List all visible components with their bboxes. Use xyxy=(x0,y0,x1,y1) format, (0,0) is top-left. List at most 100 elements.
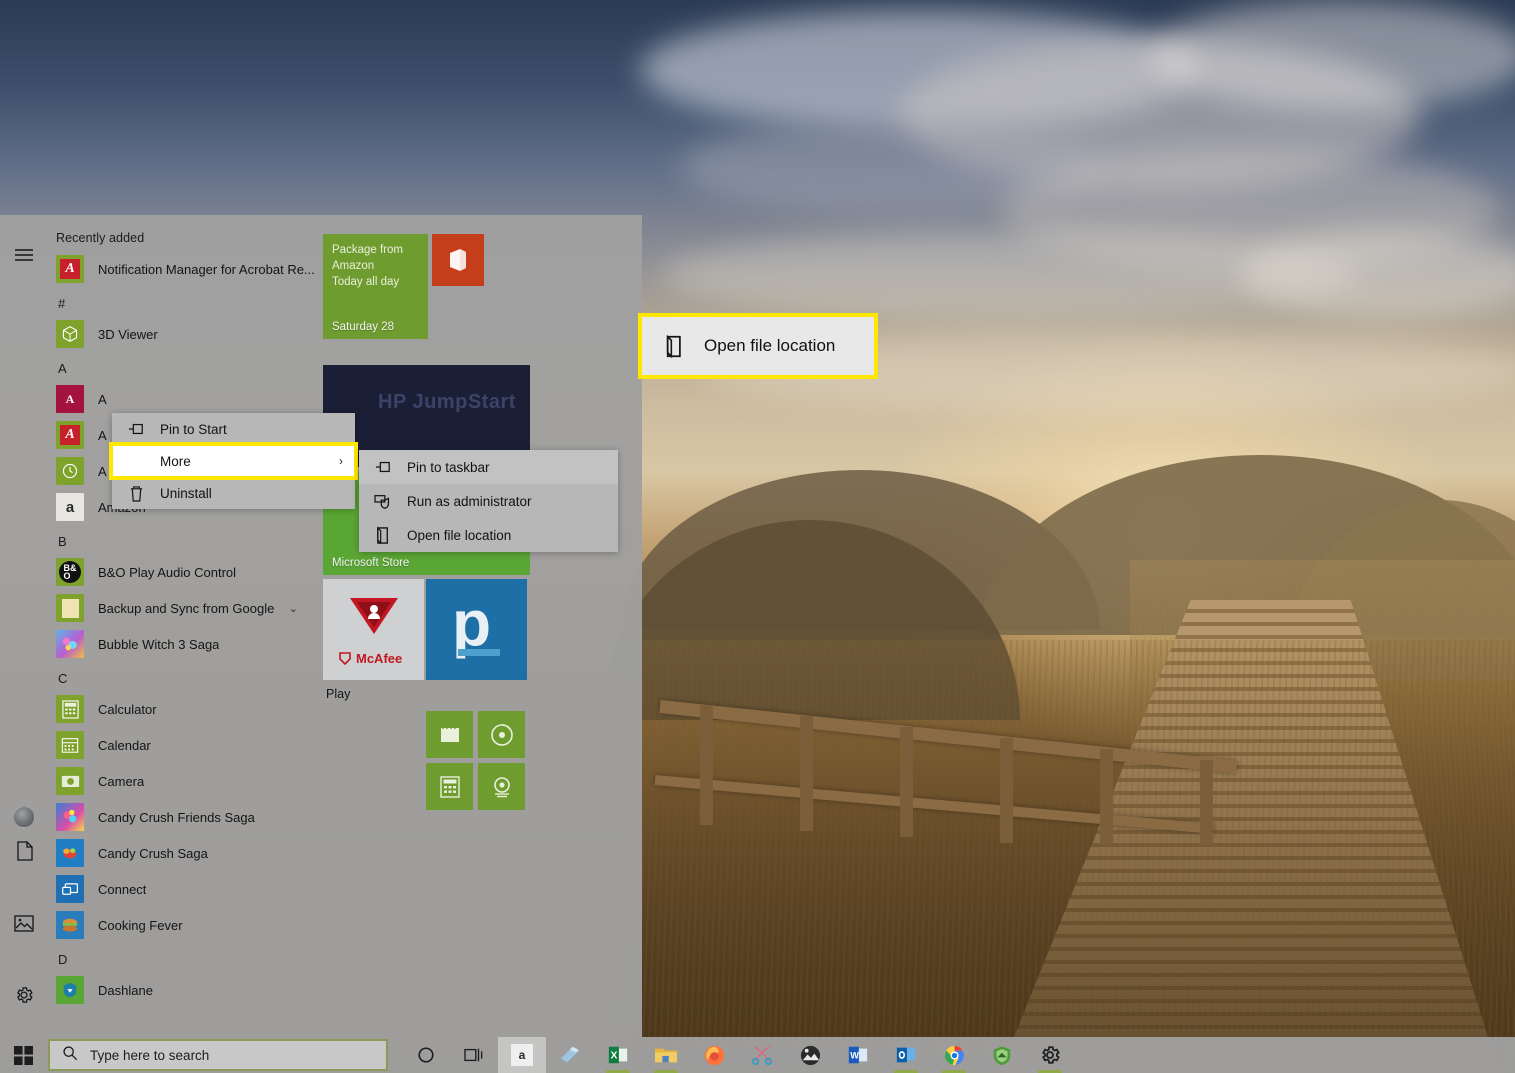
tile-area: Package from Amazon Today all day Saturd… xyxy=(316,215,642,1037)
taskbar-item-hp-support[interactable] xyxy=(546,1037,594,1073)
firefox-icon xyxy=(701,1042,727,1068)
disc-icon xyxy=(490,723,513,746)
search-icon xyxy=(62,1045,78,1066)
chevron-right-icon: › xyxy=(339,454,343,468)
taskbar-item-snip-sketch[interactable] xyxy=(738,1037,786,1073)
tile-line: Package from xyxy=(332,244,403,256)
taskbar-item-mcafee[interactable] xyxy=(978,1037,1026,1073)
taskbar-item-file-explorer[interactable] xyxy=(642,1037,690,1073)
list-item-label: A xyxy=(98,463,107,479)
chrome-icon xyxy=(941,1042,967,1068)
gear-icon xyxy=(1037,1042,1063,1068)
gear-icon[interactable] xyxy=(10,981,38,1009)
tile-line: Amazon xyxy=(332,260,375,272)
list-item[interactable]: Calendar xyxy=(48,727,316,763)
svg-text:W: W xyxy=(850,1051,859,1061)
letter-heading: # xyxy=(58,296,66,311)
recently-added-title: Recently added xyxy=(56,231,145,245)
list-item[interactable]: Backup and Sync from Google ⌄ xyxy=(48,590,316,626)
search-input[interactable]: Type here to search xyxy=(48,1039,388,1071)
list-item[interactable]: Bubble Witch 3 Saga xyxy=(48,626,316,662)
list-item-label: Connect xyxy=(98,881,147,897)
amazon-icon: a xyxy=(56,493,84,521)
avatar[interactable] xyxy=(10,803,38,831)
word-icon: W xyxy=(845,1042,871,1068)
submenu-item-run-as-administrator[interactable]: Run as administrator xyxy=(359,484,618,518)
callout-open-file-location: Open file location xyxy=(638,313,878,379)
list-item-label: Candy Crush Friends Saga xyxy=(98,809,255,825)
tile-label: McAfee xyxy=(356,651,403,666)
document-icon[interactable] xyxy=(10,837,38,865)
start-menu-rail xyxy=(0,215,48,1073)
taskbar-item-chrome[interactable] xyxy=(930,1037,978,1073)
news-tile[interactable] xyxy=(426,711,473,758)
taskbar-item-excel[interactable]: X xyxy=(594,1037,642,1073)
calculator-tile[interactable] xyxy=(426,763,473,810)
taskbar-item-outlook[interactable] xyxy=(882,1037,930,1073)
app-list[interactable]: Recently added A Notification Manager fo… xyxy=(48,215,316,1037)
list-item[interactable]: A Notification Manager for Acrobat Re... xyxy=(48,251,316,287)
taskbar-item-amazon[interactable]: a xyxy=(498,1037,546,1073)
context-menu-item-label: More xyxy=(160,453,191,469)
candy-crush-friends-icon xyxy=(56,803,84,831)
cube-icon xyxy=(56,320,84,348)
list-item[interactable]: Cooking Fever xyxy=(48,907,316,943)
list-item[interactable]: Candy Crush Saga xyxy=(48,835,316,871)
hamburger-icon[interactable] xyxy=(10,241,38,269)
office-tile[interactable] xyxy=(432,234,484,286)
task-view-button[interactable] xyxy=(450,1037,498,1073)
submenu-item-open-file-location[interactable]: Open file location xyxy=(359,518,618,552)
list-item[interactable]: Candy Crush Friends Saga xyxy=(48,799,316,835)
picture-icon[interactable] xyxy=(10,909,38,937)
camera-tile[interactable] xyxy=(478,763,525,810)
context-menu-item-uninstall[interactable]: Uninstall xyxy=(112,477,355,509)
submenu-item-label: Pin to taskbar xyxy=(407,459,490,475)
tile-line: Today all day xyxy=(332,276,400,288)
list-item-label: Calculator xyxy=(98,701,157,717)
chevron-down-icon[interactable]: ⌄ xyxy=(289,602,298,615)
taskbar-item-firefox[interactable] xyxy=(690,1037,738,1073)
pandora-tile[interactable]: p xyxy=(426,579,527,680)
cortana-button[interactable] xyxy=(402,1037,450,1073)
music-tile[interactable] xyxy=(478,711,525,758)
tile-label: HP JumpStart xyxy=(378,391,516,413)
context-menu[interactable]: Pin to Start More › Uninstall xyxy=(109,413,358,509)
context-menu-item-pin-to-start[interactable]: Pin to Start xyxy=(112,413,355,445)
start-menu: Recently added A Notification Manager fo… xyxy=(0,215,642,1073)
screen: Recently added A Notification Manager fo… xyxy=(0,0,1515,1073)
list-item[interactable]: Camera xyxy=(48,763,316,799)
tile-group-label: Play xyxy=(326,687,351,701)
letter-heading: A xyxy=(58,361,67,376)
taskbar-item-photos[interactable] xyxy=(786,1037,834,1073)
start-button[interactable] xyxy=(0,1037,46,1073)
submenu-item-pin-to-taskbar[interactable]: Pin to taskbar xyxy=(359,450,618,484)
camera-icon xyxy=(56,767,84,795)
bo-play-icon: B& O xyxy=(56,558,84,586)
list-item-label: B&O Play Audio Control xyxy=(98,564,237,580)
list-item-label: Candy Crush Saga xyxy=(98,845,208,861)
list-item[interactable]: Connect xyxy=(48,871,316,907)
calculator-icon xyxy=(56,695,84,723)
context-submenu[interactable]: Pin to taskbar Run as administrator Open… xyxy=(359,450,618,552)
tile-footer: Saturday 28 xyxy=(332,321,395,333)
context-menu-item-more[interactable]: More › xyxy=(109,442,358,480)
list-item[interactable]: Calculator xyxy=(48,691,316,727)
calc-icon xyxy=(439,775,460,798)
letter-heading: C xyxy=(58,671,68,686)
taskbar-item-settings[interactable] xyxy=(1026,1037,1074,1073)
list-item[interactable]: A A xyxy=(48,381,316,417)
folder-icon xyxy=(56,594,84,622)
calendar-live-tile[interactable]: Package from Amazon Today all day Saturd… xyxy=(323,234,428,339)
list-item[interactable]: Dashlane xyxy=(48,972,316,1008)
outlook-icon xyxy=(893,1042,919,1068)
callout-label: Open file location xyxy=(704,336,836,355)
taskbar: Type here to search a X W xyxy=(0,1037,1515,1073)
list-item-label: Bubble Witch 3 Saga xyxy=(98,636,220,652)
list-item[interactable]: 3D Viewer xyxy=(48,316,316,352)
cortana-icon xyxy=(413,1042,439,1068)
pin-icon xyxy=(373,457,393,477)
mcafee-tile[interactable]: McAfee xyxy=(323,579,424,680)
acrobat-reader-icon: A xyxy=(56,421,84,449)
taskbar-item-word[interactable]: W xyxy=(834,1037,882,1073)
list-item[interactable]: B& O B&O Play Audio Control xyxy=(48,554,316,590)
